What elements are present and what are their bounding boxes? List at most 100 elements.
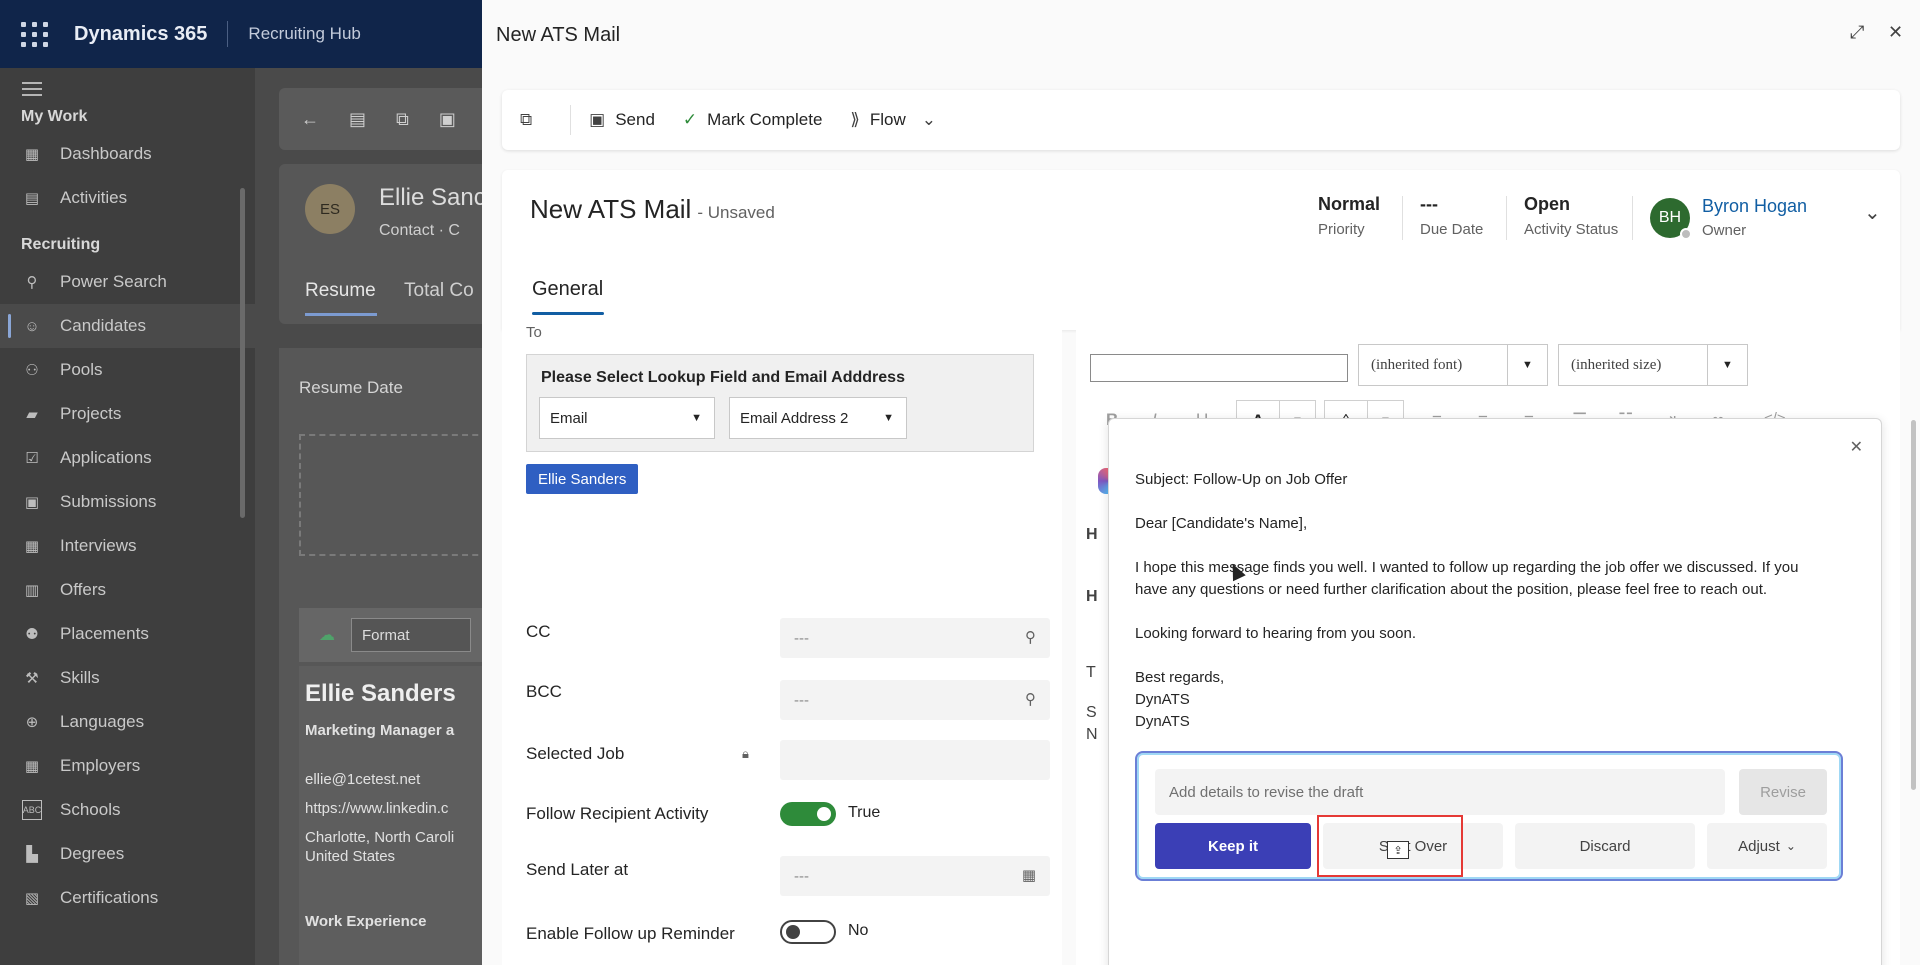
due-date-value: --- [1420,194,1438,214]
new-mail-panel: New ATS Mail ⤢ ✕ ⧉ ▣ Send ✓ Mark Complete … [482,0,1920,965]
close-icon[interactable]: ✕ [1850,437,1863,457]
sidebar-item-employers[interactable]: ▦ Employers [0,744,255,788]
font-family-select[interactable]: (inherited font) ▼ [1358,344,1548,386]
calendar-icon[interactable]: ▦ [1022,866,1036,884]
priority-label: Priority [1318,221,1365,238]
popout-button[interactable]: ⧉ [520,110,542,130]
sidebar: My Work ▦ Dashboards ▤ Activities Recruiti… [0,68,255,965]
sidebar-item-pools[interactable]: ⚇ Pools [0,348,255,392]
follow-activity-toggle[interactable] [780,802,836,826]
document-icon: ▥ [24,582,40,599]
send-later-label: Send Later at [526,860,629,879]
sidebar-item-label: Applications [60,448,152,467]
owner-avatar[interactable]: BH [1650,198,1692,240]
follow-up-reminder-toggle[interactable] [780,920,836,944]
send-button[interactable]: ▣ Send [589,110,655,130]
priority-value: Normal [1318,194,1381,214]
activity-status-label: Activity Status [1524,221,1619,238]
chevron-down-icon[interactable]: ⌄ [1864,200,1881,225]
search-icon[interactable]: ⚲ [1025,628,1036,646]
sidebar-item-degrees[interactable]: ▙ Degrees [0,832,255,876]
send-later-input[interactable]: --- ▦ [780,856,1050,896]
mark-complete-button[interactable]: ✓ Mark Complete [683,110,823,130]
person-icon: ☺ [24,317,40,335]
sidebar-item-label: Power Search [60,272,167,291]
sidebar-item-applications[interactable]: ☑ Applications [0,436,255,480]
sidebar-item-placements[interactable]: ⚉ Placements [0,612,255,656]
form-icon[interactable]: ▤ [349,109,366,130]
tab-resume[interactable]: Resume [305,280,377,316]
dropdown-arrow-icon: ▼ [1707,345,1747,385]
sidebar-item-languages[interactable]: ⊕ Languages [0,700,255,744]
back-arrow-icon[interactable]: ← [301,109,319,130]
sidebar-item-skills[interactable]: ⚒ Skills [0,656,255,700]
owner-link[interactable]: Byron Hogan [1702,196,1807,217]
revise-button[interactable]: Revise [1739,769,1827,815]
search-icon[interactable]: ⚲ [1025,690,1036,708]
sidebar-item-schools[interactable]: ABC Schools [0,788,255,832]
chevron-down-icon: ⌄ [1785,839,1796,853]
body-text-fragment: H [1086,526,1098,543]
save-icon[interactable]: ▣ [439,109,456,130]
recipient-chip[interactable]: Ellie Sanders [526,464,639,494]
sidebar-item-certifications[interactable]: ▧ Certifications [0,876,255,920]
keep-it-button[interactable]: Keep it [1155,823,1311,869]
tab-total-comp[interactable]: Total Co [404,280,474,302]
sidebar-item-label: Degrees [60,844,125,863]
draft-signature: DynATS [1135,691,1190,708]
resume-drop-zone[interactable] [299,434,485,556]
font-size-select[interactable]: (inherited size) ▼ [1558,344,1748,386]
tab-general[interactable]: General [532,278,605,315]
popout-icon[interactable]: ⧉ [396,109,409,130]
send-later-value: --- [794,867,809,885]
flow-button[interactable]: ⟫ Flow ⌄ [850,110,936,130]
flow-label: Flow [869,110,906,129]
lookup-field-select[interactable]: Email ▼ [539,397,715,439]
adjust-button[interactable]: Adjust ⌄ [1707,823,1827,869]
sidebar-item-candidates[interactable]: ☺ Candidates [0,304,255,348]
bcc-input[interactable]: --- ⚲ [780,680,1050,720]
due-date-field[interactable]: --- Due Date [1420,194,1483,238]
sidebar-item-offers[interactable]: ▥ Offers [0,568,255,612]
brand-title[interactable]: Dynamics 365 [74,23,207,46]
panel-title: New ATS Mail [496,24,621,46]
owner-label: Owner [1702,222,1747,239]
command-divider [570,105,572,135]
follow-activity-label: Follow Recipient Activity [526,804,709,823]
app-launcher-icon[interactable] [18,17,52,51]
cc-input[interactable]: --- ⚲ [780,618,1050,658]
hamburger-menu-icon[interactable] [22,82,42,96]
sidebar-section-title: Recruiting [21,236,101,253]
sidebar-item-label: Candidates [60,316,147,335]
cloud-upload-icon[interactable]: ☁ [319,625,335,645]
revise-input[interactable]: Add details to revise the draft [1155,769,1725,815]
sidebar-item-projects[interactable]: ▰ Projects [0,392,255,436]
activity-status-field[interactable]: Open Activity Status [1524,194,1618,238]
sidebar-item-interviews[interactable]: ▦ Interviews [0,524,255,568]
priority-field[interactable]: Normal Priority [1318,194,1380,238]
editor-style-input[interactable] [1090,354,1348,382]
format-dropdown[interactable]: Format [351,618,471,652]
sidebar-item-submissions[interactable]: ▣ Submissions [0,480,255,524]
sidebar-item-power-search[interactable]: ⚲ Power Search [0,260,255,304]
panel-scrollbar[interactable] [1911,420,1916,790]
sidebar-item-label: Pools [60,360,103,379]
discard-button[interactable]: Discard [1515,823,1695,869]
checkbox-icon: ☑ [25,450,39,467]
sidebar-item-dashboards[interactable]: ▦ Dashboards [0,132,255,176]
sidebar-item-label: Projects [60,404,122,423]
sidebar-item-activities[interactable]: ▤ Activities [0,176,255,220]
sidebar-item-label: Certifications [60,888,159,907]
cc-value: --- [794,629,809,647]
record-name: Ellie Sanc [379,184,485,211]
record-toolbar: ← ▤ ⧉ ▣ [279,88,485,150]
mail-fields-section: To Please Select Lookup Field and Email … [502,324,1062,965]
email-address-select[interactable]: Email Address 2 ▼ [729,397,907,439]
sidebar-scrollbar[interactable] [240,188,245,518]
expand-icon[interactable]: ⤢ [1850,22,1864,43]
send-label: Send [615,110,655,129]
form-title-text: New ATS Mail [530,194,692,224]
close-icon[interactable]: ✕ [1888,22,1903,43]
sidebar-item-label: Placements [60,624,149,643]
id-card-icon: ▣ [24,494,40,511]
